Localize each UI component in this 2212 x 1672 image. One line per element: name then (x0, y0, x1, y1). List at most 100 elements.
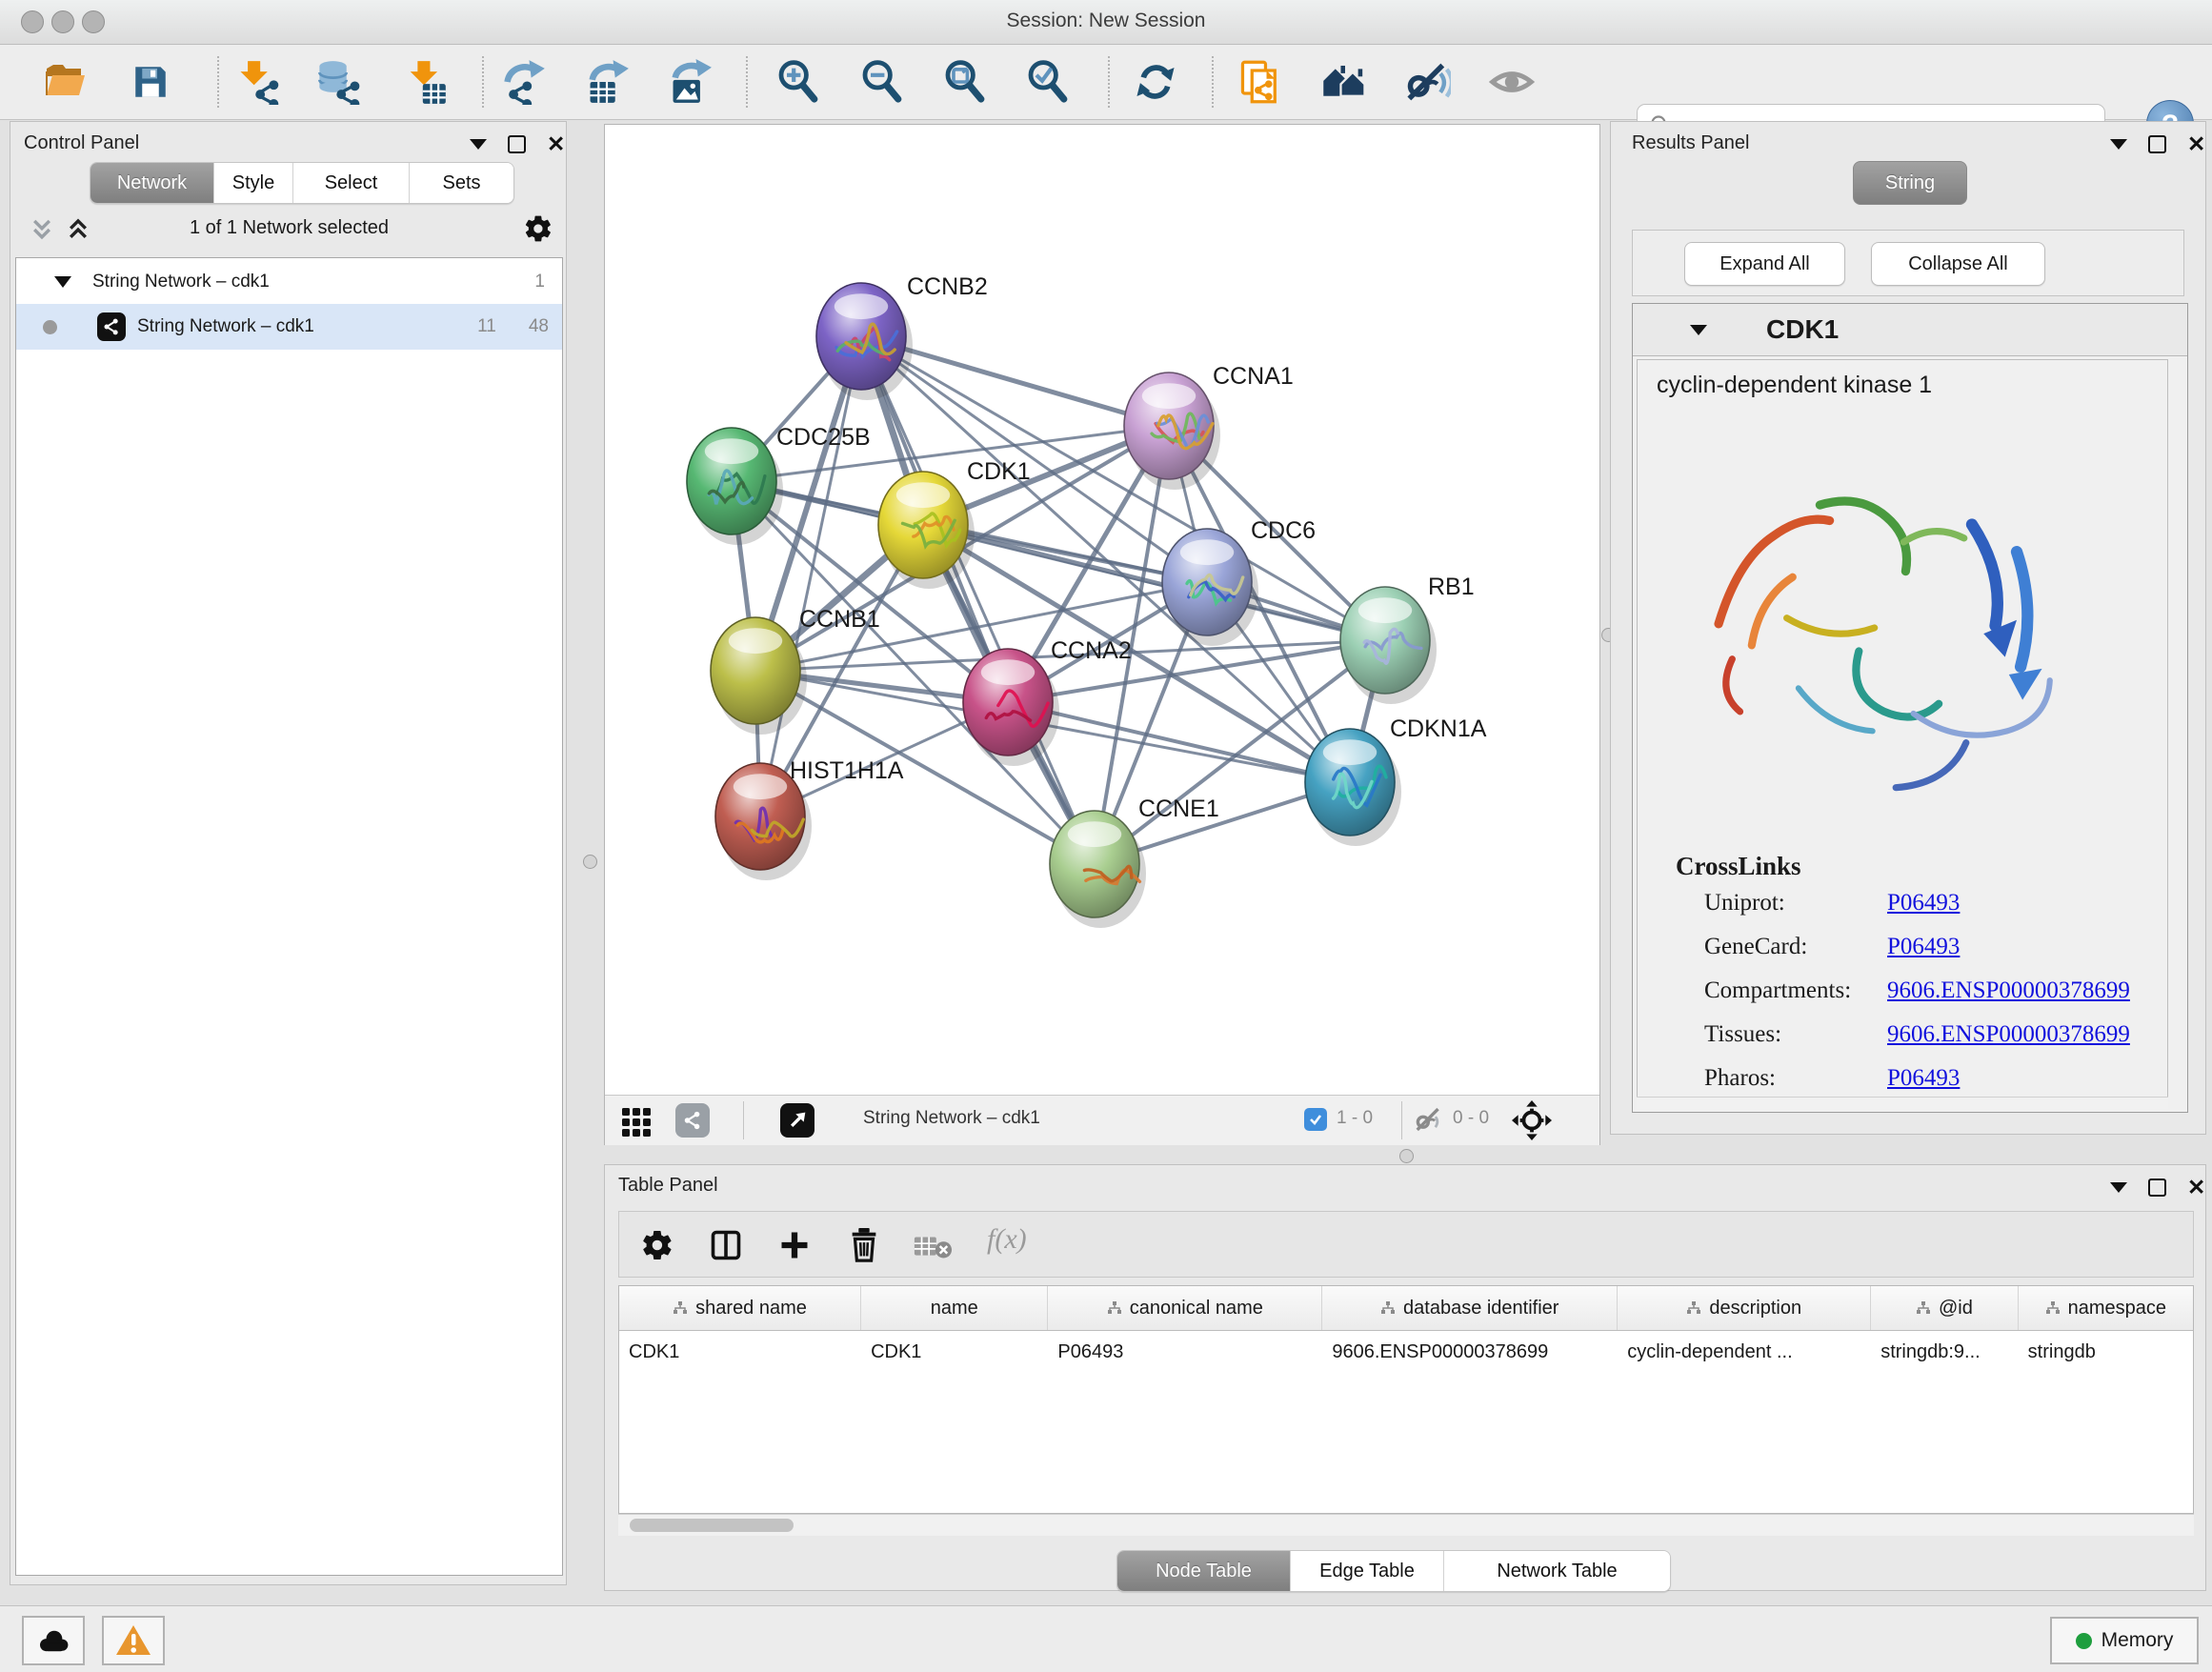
zoom-selected-button[interactable] (1021, 55, 1075, 109)
scrollbar-thumb[interactable] (630, 1519, 794, 1532)
network-node[interactable]: CDC25B (687, 424, 871, 545)
grid-view-icon[interactable] (620, 1104, 653, 1137)
collapse-all-button[interactable]: Collapse All (1871, 242, 2045, 286)
selected-checkbox-icon[interactable] (1304, 1108, 1327, 1131)
network-node[interactable]: CCNA1 (1124, 363, 1294, 490)
network-node[interactable]: CCNB1 (711, 606, 880, 735)
cell-description[interactable]: cyclin-dependent ... (1618, 1331, 1871, 1373)
protein-card-header[interactable]: CDK1 (1633, 304, 2187, 356)
warnings-button[interactable] (102, 1616, 165, 1665)
import-table-button[interactable] (398, 55, 452, 109)
table-settings-gear-icon[interactable] (640, 1228, 674, 1262)
open-session-button[interactable] (38, 55, 91, 109)
close-panel-icon[interactable]: ✕ (2187, 1177, 2205, 1199)
tab-node-table[interactable]: Node Table (1117, 1551, 1291, 1591)
crosslink-label: Uniprot: (1704, 890, 1785, 917)
float-panel-icon[interactable] (508, 135, 526, 153)
table-row[interactable]: CDK1 CDK1 P06493 9606.ENSP00000378699 cy… (619, 1331, 2193, 1373)
network-edge[interactable] (861, 336, 1095, 864)
protein-structure-image (1664, 415, 2112, 844)
column-header[interactable]: description (1618, 1286, 1871, 1330)
column-header[interactable]: namespace (2019, 1286, 2193, 1330)
tab-network-table[interactable]: Network Table (1444, 1551, 1670, 1591)
table-type-tabs: Node Table Edge Table Network Table (1116, 1550, 1671, 1592)
tab-select[interactable]: Select (293, 163, 410, 203)
cloud-services-button[interactable] (22, 1616, 85, 1665)
birdseye-network-icon[interactable] (675, 1103, 710, 1138)
tab-sets[interactable]: Sets (410, 163, 513, 203)
network-node[interactable]: CDKN1A (1305, 715, 1487, 846)
network-node[interactable]: CCNE1 (1050, 796, 1219, 928)
tab-edge-table[interactable]: Edge Table (1291, 1551, 1444, 1591)
show-columns-icon[interactable] (709, 1228, 743, 1262)
collection-expander-icon[interactable] (54, 276, 71, 288)
tab-style[interactable]: Style (214, 163, 293, 203)
panel-menu-icon[interactable] (2110, 139, 2127, 150)
panel-menu-icon[interactable] (2110, 1182, 2127, 1193)
float-panel-icon[interactable] (2148, 135, 2166, 153)
crosslink-pharos-link[interactable]: P06493 (1887, 1065, 1960, 1092)
network-node[interactable]: CDC6 (1162, 517, 1316, 646)
export-network-button[interactable] (497, 55, 551, 109)
cell-name[interactable]: CDK1 (861, 1331, 1048, 1373)
clone-network-button[interactable] (1234, 55, 1287, 109)
zoom-fit-button[interactable] (938, 55, 992, 109)
left-splitter-handle[interactable] (583, 855, 597, 869)
close-panel-icon[interactable]: ✕ (2187, 133, 2205, 155)
crosslink-compartments-link[interactable]: 9606.ENSP00000378699 (1887, 977, 2130, 1004)
results-horizontal-scrollbar[interactable] (1637, 1097, 2168, 1109)
network-canvas[interactable]: CCNB2CCNA1CDC25BCDK1CDC6RB1CCNB1CCNA2CDK… (605, 125, 1599, 1095)
import-network-database-button[interactable] (312, 55, 365, 109)
cell-shared-name[interactable]: CDK1 (619, 1331, 861, 1373)
show-hidden-button[interactable] (1485, 55, 1538, 109)
apply-layout-button[interactable] (1129, 55, 1182, 109)
import-network-file-button[interactable] (231, 55, 285, 109)
column-header[interactable]: name (861, 1286, 1048, 1330)
crosslink-genecard-link[interactable]: P06493 (1887, 934, 1960, 960)
zoom-out-icon (859, 59, 905, 105)
cell-namespace[interactable]: stringdb (2019, 1331, 2193, 1373)
column-header[interactable]: database identifier (1322, 1286, 1618, 1330)
expand-all-button[interactable]: Expand All (1684, 242, 1845, 286)
export-table-button[interactable] (580, 55, 633, 109)
toolbar-separator (743, 1101, 744, 1139)
network-collection-row[interactable]: String Network – cdk1 1 (16, 258, 562, 304)
fit-selected-crosshair-icon[interactable] (1512, 1100, 1552, 1140)
string-query-home-button[interactable] (1318, 55, 1372, 109)
cell-canonical-name[interactable]: P06493 (1048, 1331, 1322, 1373)
results-panel: Results Panel ✕ String Expand All Collap… (1610, 121, 2206, 1135)
network-node[interactable]: HIST1H1A (715, 757, 904, 880)
zoom-out-button[interactable] (855, 55, 909, 109)
crosslink-tissues-link[interactable]: 9606.ENSP00000378699 (1887, 1021, 2130, 1048)
add-column-icon[interactable] (777, 1228, 812, 1262)
network-node[interactable]: CCNB2 (816, 273, 988, 400)
float-panel-icon[interactable] (2148, 1178, 2166, 1197)
table-horizontal-scrollbar[interactable] (618, 1514, 2194, 1536)
zoom-selected-icon (1025, 59, 1071, 105)
tab-string[interactable]: String (1853, 161, 1967, 205)
network-node[interactable]: RB1 (1340, 574, 1475, 704)
close-panel-icon[interactable]: ✕ (547, 133, 565, 155)
detach-view-icon[interactable] (780, 1103, 814, 1138)
cell-database-identifier[interactable]: 9606.ENSP00000378699 (1322, 1331, 1618, 1373)
network-node-label: CDK1 (967, 458, 1031, 485)
tab-network[interactable]: Network (90, 163, 214, 203)
column-header[interactable]: canonical name (1048, 1286, 1322, 1330)
column-header[interactable]: shared name (619, 1286, 861, 1330)
save-session-button[interactable] (124, 55, 177, 109)
column-header[interactable]: @id (1871, 1286, 2018, 1330)
export-image-button[interactable] (663, 55, 716, 109)
network-row-selected[interactable]: String Network – cdk1 11 48 (16, 304, 562, 350)
hide-singletons-button[interactable] (1401, 55, 1455, 109)
cell-id[interactable]: stringdb:9... (1871, 1331, 2018, 1373)
zoom-in-button[interactable] (772, 55, 825, 109)
panel-menu-icon[interactable] (470, 139, 487, 150)
network-options-gear-icon[interactable] (523, 213, 553, 244)
delete-column-trash-icon[interactable] (846, 1226, 882, 1264)
memory-button[interactable]: Memory (2050, 1617, 2199, 1664)
crosslink-uniprot-link[interactable]: P06493 (1887, 890, 1960, 917)
bottom-splitter-handle[interactable] (1399, 1149, 1414, 1163)
export-network-icon (501, 59, 547, 105)
network-edge[interactable] (760, 336, 861, 816)
collapse-protein-icon[interactable] (1690, 325, 1707, 335)
